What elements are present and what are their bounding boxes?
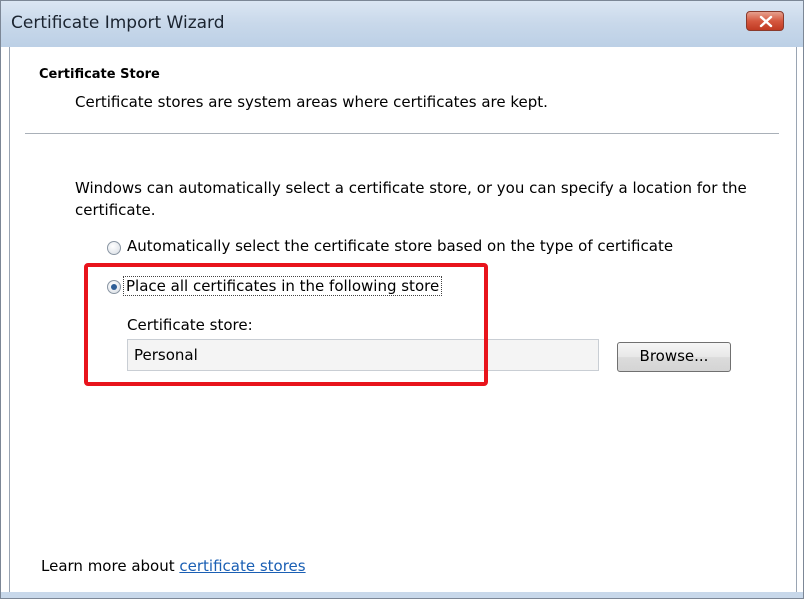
page-description: Certificate stores are system areas wher… <box>75 93 548 111</box>
certificate-import-wizard-window: Certificate Import Wizard Certificate St… <box>0 0 804 599</box>
title-bar: Certificate Import Wizard <box>1 1 803 47</box>
radio-auto-select[interactable] <box>107 241 121 255</box>
learn-more-prefix: Learn more about <box>41 557 175 575</box>
certificate-stores-link[interactable]: certificate stores <box>179 557 305 575</box>
radio-auto-select-label[interactable]: Automatically select the certificate sto… <box>127 237 673 255</box>
browse-button[interactable]: Browse... <box>617 342 731 372</box>
highlight-annotation <box>84 263 488 386</box>
window-title: Certificate Import Wizard <box>11 13 225 33</box>
page-title: Certificate Store <box>39 67 160 82</box>
close-icon <box>759 15 773 28</box>
window-bottom-frame <box>1 592 803 598</box>
close-button[interactable] <box>746 11 784 31</box>
intro-text: Windows can automatically select a certi… <box>75 179 747 219</box>
learn-more-text: Learn more about certificate stores <box>41 557 306 575</box>
header-divider <box>25 133 779 134</box>
